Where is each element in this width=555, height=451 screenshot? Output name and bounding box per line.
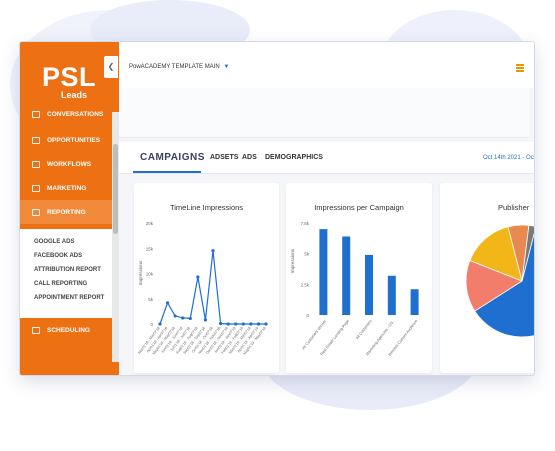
y-tick-label: 0 xyxy=(150,322,153,327)
data-point xyxy=(256,322,261,326)
report-tabs: CAMPAIGNS ADSETS ADS DEMOGRAPHICS Oct 14… xyxy=(119,142,534,174)
brand-tagline: Leads xyxy=(61,90,88,100)
tab-ads[interactable]: ADS xyxy=(242,154,257,161)
data-point xyxy=(226,322,230,326)
data-point xyxy=(158,322,162,326)
sidebar-item-label: SCHEDULING xyxy=(47,326,90,334)
y-tick-label: 2.5k xyxy=(300,282,309,287)
filter-bar xyxy=(119,88,529,138)
data-point xyxy=(241,322,245,326)
bar xyxy=(365,254,373,315)
timeline-impressions-card: TimeLine Impressions 0 5k 10k 15k 20k Impress… xyxy=(134,183,279,373)
sidebar-item-workflows[interactable]: WORKFLOWS xyxy=(20,152,112,176)
list-icon xyxy=(32,136,40,144)
x-tick-label: All Customers xyxy=(355,319,373,340)
y-tick-label: 5k xyxy=(148,297,154,302)
y-tick-label: 10k xyxy=(146,272,154,277)
chevron-left-icon: ❮ xyxy=(107,62,115,71)
date-range-picker[interactable]: Oct 14th 2021 - Oc xyxy=(483,155,534,161)
y-tick-label: 20k xyxy=(146,221,154,226)
app-window: PSL Leads CONVERSATIONS OPPORTUNITIES WO… xyxy=(19,41,535,376)
data-point xyxy=(188,316,192,321)
sidebar-item-scheduling[interactable]: SCHEDULING xyxy=(20,318,112,342)
tab-demographics[interactable]: DEMOGRAPHICS xyxy=(265,154,323,161)
sidebar-item-label: REPORTING xyxy=(47,208,86,216)
y-tick-label: 0 xyxy=(306,313,309,318)
bar xyxy=(410,289,419,315)
sidebar-item-conversations[interactable]: CONVERSATIONS xyxy=(20,102,112,126)
collapse-sidebar-button[interactable]: ❮ xyxy=(104,56,118,78)
y-tick-label: 15k xyxy=(146,246,154,251)
y-axis-label: Impressions xyxy=(138,260,143,285)
bar xyxy=(342,236,351,315)
chart-icon xyxy=(32,208,40,216)
publisher-card: Publisher xyxy=(440,183,534,373)
y-axis-label: Impressions xyxy=(290,248,295,273)
mail-icon xyxy=(32,184,40,192)
data-point xyxy=(196,275,200,279)
data-point xyxy=(234,322,238,326)
submenu-item-facebook-ads[interactable]: FACEBOOK ADS xyxy=(34,253,82,259)
brand-name: PSL xyxy=(42,62,97,92)
submenu-item-attribution-report[interactable]: ATTRIBUTION REPORT xyxy=(34,267,101,273)
hamburger-menu-icon[interactable] xyxy=(516,64,524,72)
y-tick-label: 5k xyxy=(304,252,310,257)
chat-icon xyxy=(32,110,40,118)
sidebar: PSL Leads CONVERSATIONS OPPORTUNITIES WO… xyxy=(20,42,119,375)
tab-adsets[interactable]: ADSETS xyxy=(210,154,238,161)
template-selector[interactable]: PowACADEMY TEMPLATE MAIN ▼ xyxy=(129,64,229,70)
sidebar-item-label: CONVERSATIONS xyxy=(47,110,104,118)
chevron-down-icon: ▼ xyxy=(223,64,230,70)
submenu-item-appointment-report[interactable]: APPOINTMENT REPORT xyxy=(34,295,104,301)
sidebar-item-reporting[interactable]: REPORTING xyxy=(20,200,112,224)
y-tick-label: 7.5k xyxy=(300,221,309,226)
brand-logo: PSL Leads xyxy=(28,62,108,102)
data-point xyxy=(249,322,253,326)
impressions-per-campaign-card: Impressions per Campaign 0 2.5k 5k 7.5k Impr… xyxy=(286,183,432,373)
data-point xyxy=(218,321,223,326)
submenu-item-call-reporting[interactable]: CALL REPORTING xyxy=(34,281,87,287)
template-selector-label: PowACADEMY TEMPLATE MAIN xyxy=(129,64,220,70)
data-point xyxy=(165,301,170,305)
sidebar-item-label: OPPORTUNITIES xyxy=(47,136,101,144)
card-title: Impressions per Campaign xyxy=(314,203,404,212)
calendar-icon xyxy=(32,326,40,334)
sidebar-item-marketing[interactable]: MARKETING xyxy=(20,176,112,200)
reporting-submenu: GOOGLE ADS FACEBOOK ADS ATTRIBUTION REPO… xyxy=(20,229,112,318)
active-tab-indicator xyxy=(133,171,201,173)
sidebar-item-label: WORKFLOWS xyxy=(47,160,92,168)
data-point xyxy=(203,318,208,322)
bar xyxy=(319,229,328,315)
data-point xyxy=(173,314,177,318)
data-point xyxy=(264,322,268,326)
sidebar-item-opportunities[interactable]: OPPORTUNITIES xyxy=(20,128,112,152)
bar xyxy=(387,275,396,315)
sidebar-item-label: MARKETING xyxy=(47,184,87,192)
x-tick-label: All Customers Winner xyxy=(301,319,327,351)
data-point xyxy=(181,316,185,320)
submenu-item-google-ads[interactable]: GOOGLE ADS xyxy=(34,239,74,245)
series-line xyxy=(159,250,266,325)
top-bar: PowACADEMY TEMPLATE MAIN ▼ xyxy=(119,42,534,88)
sidebar-scrollbar[interactable] xyxy=(112,112,119,362)
data-point xyxy=(211,249,215,253)
sitemap-icon xyxy=(32,160,40,168)
tab-campaigns[interactable]: CAMPAIGNS xyxy=(140,152,205,163)
card-title: Publisher xyxy=(498,203,530,212)
card-title: TimeLine Impressions xyxy=(169,203,244,212)
sidebar-scroll-thumb[interactable] xyxy=(113,144,118,234)
